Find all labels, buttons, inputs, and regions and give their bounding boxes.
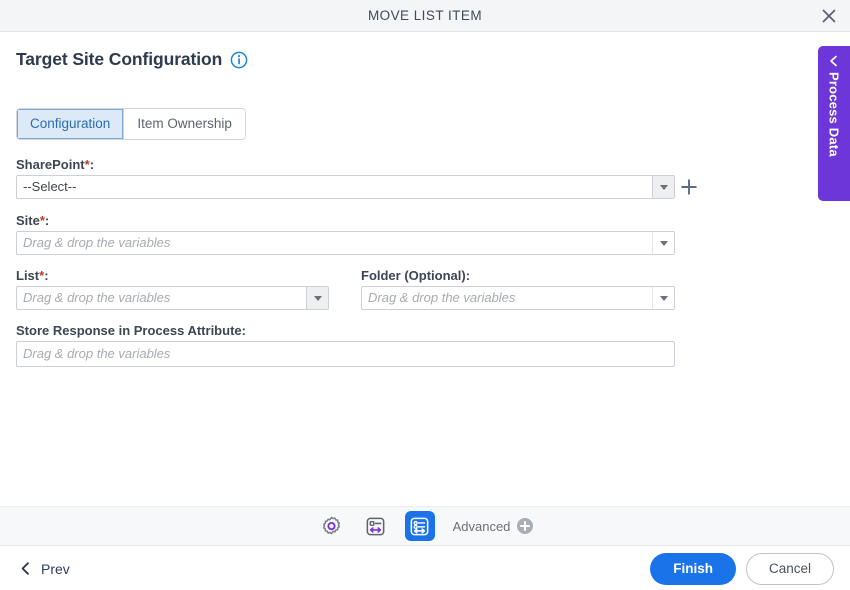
- folder-dropdown-toggle[interactable]: [652, 287, 674, 309]
- tab-item-ownership[interactable]: Item Ownership: [124, 109, 245, 139]
- chevron-left-icon: [830, 55, 837, 67]
- chevron-down-icon: [659, 240, 668, 246]
- store-response-field[interactable]: Drag & drop the variables: [16, 341, 675, 367]
- dialog-footer: Prev Finish Cancel: [0, 547, 850, 590]
- chevron-down-icon: [659, 295, 668, 301]
- folder-input[interactable]: Drag & drop the variables: [362, 287, 652, 309]
- sharepoint-label-suffix: :: [89, 157, 95, 172]
- finish-button[interactable]: Finish: [650, 552, 736, 585]
- prev-label: Prev: [41, 560, 70, 577]
- add-sharepoint-button[interactable]: [680, 178, 698, 196]
- circle-plus-icon[interactable]: [517, 518, 534, 534]
- site-input[interactable]: Drag & drop the variables: [17, 232, 652, 254]
- store-response-input[interactable]: Drag & drop the variables: [17, 342, 674, 366]
- form-field-arrows-icon[interactable]: [361, 511, 391, 541]
- move-list-item-dialog: MOVE LIST ITEM Target Site Configuration…: [0, 0, 850, 590]
- dialog-title: MOVE LIST ITEM: [367, 8, 483, 23]
- store-response-label-text: Store Response in Process Attribute: [16, 323, 242, 338]
- page-header: Target Site Configuration: [16, 49, 248, 70]
- list-label-suffix: :: [44, 268, 49, 283]
- store-response-label: Store Response in Process Attribute:: [16, 323, 246, 338]
- folder-label: Folder (Optional):: [361, 268, 470, 283]
- cancel-button[interactable]: Cancel: [745, 552, 834, 585]
- tab-bar: Configuration Item Ownership: [16, 108, 246, 140]
- store-response-label-suffix: :: [241, 323, 246, 338]
- site-dropdown-toggle[interactable]: [652, 232, 674, 254]
- sharepoint-label-text: SharePoint: [16, 157, 85, 172]
- list-input[interactable]: Drag & drop the variables: [17, 287, 306, 309]
- site-label-text: Site: [16, 213, 40, 228]
- sharepoint-select[interactable]: --Select--: [16, 175, 675, 199]
- site-label-suffix: :: [44, 213, 50, 228]
- site-label: Site*:: [16, 213, 49, 228]
- chevron-down-icon: [313, 295, 322, 301]
- list-field[interactable]: Drag & drop the variables: [16, 286, 329, 310]
- dialog-titlebar: MOVE LIST ITEM: [0, 0, 850, 32]
- tab-configuration[interactable]: Configuration: [17, 109, 125, 139]
- bottom-toolbar: Advanced: [0, 506, 850, 546]
- sharepoint-value: --Select--: [23, 179, 77, 194]
- list-label: List*:: [16, 268, 49, 283]
- list-dropdown-toggle[interactable]: [306, 287, 328, 309]
- chevron-down-icon: [659, 184, 668, 190]
- footer-actions: Finish Cancel: [650, 552, 834, 585]
- process-data-label: Process Data: [826, 72, 842, 157]
- close-icon[interactable]: [818, 5, 840, 27]
- sharepoint-dropdown-toggle[interactable]: [652, 176, 674, 198]
- advanced-section[interactable]: Advanced: [453, 518, 534, 534]
- prev-button[interactable]: Prev: [18, 561, 70, 577]
- gear-icon[interactable]: [317, 511, 347, 541]
- list-label-text: List: [16, 268, 40, 283]
- page-title: Target Site Configuration: [16, 49, 223, 69]
- process-data-tab[interactable]: Process Data: [818, 46, 850, 201]
- site-field[interactable]: Drag & drop the variables: [16, 231, 675, 255]
- sharepoint-label: SharePoint*:: [16, 157, 94, 172]
- list-field-arrows-icon[interactable]: [404, 511, 435, 541]
- folder-label-suffix: :: [465, 268, 471, 283]
- folder-field[interactable]: Drag & drop the variables: [361, 286, 675, 310]
- advanced-label: Advanced: [452, 518, 511, 534]
- chevron-left-icon: [21, 562, 29, 575]
- folder-label-text: Folder (Optional): [361, 268, 466, 283]
- info-icon[interactable]: [230, 51, 248, 69]
